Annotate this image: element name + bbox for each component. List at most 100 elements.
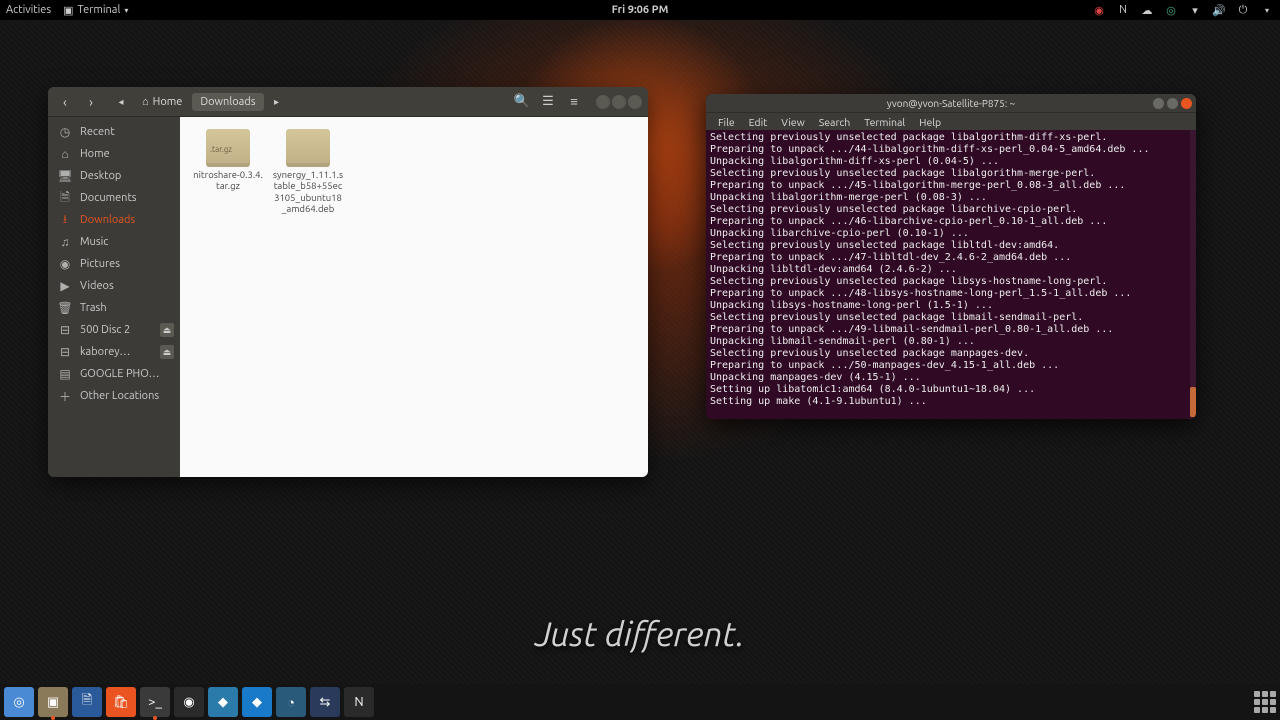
downloads-icon: ⭳: [58, 213, 72, 227]
dock-libreoffice[interactable]: 🗎: [72, 687, 102, 717]
sidebar-item-label: Documents: [80, 192, 137, 204]
documents-icon: 🗎: [58, 191, 72, 205]
scrollbar[interactable]: [1190, 130, 1196, 419]
view-list-icon[interactable]: ☰: [538, 92, 558, 112]
sidebar-item-label: Music: [80, 236, 108, 248]
activities-button[interactable]: Activities: [6, 4, 51, 17]
pictures-icon: ◉: [58, 257, 72, 271]
top-panel: Activities ▣ Terminal ▾ Fri 9:06 PM ◉ N …: [0, 0, 1280, 20]
dock-bt[interactable]: ⇆: [310, 687, 340, 717]
obs-icon: ◉: [183, 695, 194, 710]
sidebar-item-recent[interactable]: ◷Recent: [48, 121, 180, 143]
app-menu-label: Terminal: [78, 4, 121, 16]
menu-edit[interactable]: Edit: [743, 115, 774, 129]
rambox-icon: ◆: [218, 695, 228, 710]
sidebar-item-documents[interactable]: 🗎 Documents: [48, 187, 180, 209]
file-item[interactable]: nitroshare-0.3.4.tar.gz: [192, 129, 264, 192]
sidebar-item-music[interactable]: ♫ Music: [48, 231, 180, 253]
dock-obs[interactable]: ◉: [174, 687, 204, 717]
chevron-down-icon: ▾: [124, 6, 128, 15]
eject-icon[interactable]: ⏏: [160, 345, 174, 359]
sidebar-item-home[interactable]: ⌂Home: [48, 143, 180, 165]
app-menu[interactable]: ▣ Terminal ▾: [63, 4, 128, 17]
sidebar-item-google-photos[interactable]: ▤GOOGLE PHO…: [48, 363, 180, 385]
hamburger-icon[interactable]: ≡: [564, 92, 584, 112]
file-manager-sidebar: ◷Recent⌂Home🖥Desktop 🗎 Documents ⭳ Downloads…: [48, 117, 180, 477]
terminal-icon: ▣: [63, 4, 73, 17]
path-home-label: Home: [153, 96, 183, 108]
sidebar-item-label: Downloads: [80, 214, 135, 226]
dock-terminal[interactable]: >_: [140, 687, 170, 717]
desktop-icon: 🖥: [58, 169, 72, 183]
file-manager-window: ‹ › ◂ ⌂ Home Downloads ▸ 🔍 ☰ ≡ ◷Recent⌂H…: [48, 87, 648, 477]
sidebar-item-pictures[interactable]: ◉Pictures: [48, 253, 180, 275]
volume-icon[interactable]: 🔊: [1212, 3, 1226, 17]
music-icon: ♫: [58, 235, 72, 249]
sidebar-item-videos[interactable]: ▶Videos: [48, 275, 180, 297]
tray-icon-chrome[interactable]: ◎: [1164, 3, 1178, 17]
menu-search[interactable]: Search: [813, 115, 857, 129]
sidebar-item-label: Other Locations: [80, 390, 159, 402]
trash-icon: 🗑: [58, 301, 72, 315]
files-icon: ▣: [47, 695, 59, 710]
clock[interactable]: Fri 9:06 PM: [612, 4, 669, 16]
disk-kab-icon: ⊟: [58, 345, 72, 359]
package-icon: [286, 129, 330, 167]
scrollbar-thumb[interactable]: [1190, 387, 1196, 417]
sidebar-item-disk-500[interactable]: ⊟500 Disc 2⏏: [48, 319, 180, 341]
file-manager-header: ‹ › ◂ ⌂ Home Downloads ▸ 🔍 ☰ ≡: [48, 87, 648, 117]
dock-rambox[interactable]: ◆: [208, 687, 238, 717]
dock-files[interactable]: ▣: [38, 687, 68, 717]
tray-icon-weather[interactable]: ☁: [1140, 3, 1154, 17]
close-button[interactable]: [1181, 98, 1192, 109]
sidebar-item-label: 500 Disc 2: [80, 324, 130, 336]
maximize-button[interactable]: [1167, 98, 1178, 109]
power-icon[interactable]: ⏻: [1236, 3, 1250, 17]
clock-icon: ◔: [287, 695, 295, 710]
path-downloads[interactable]: Downloads: [192, 93, 263, 111]
sidebar-item-trash[interactable]: 🗑Trash: [48, 297, 180, 319]
file-manager-content[interactable]: nitroshare-0.3.4.tar.gzsynergy_1.11.1.st…: [180, 117, 648, 477]
chevron-down-icon[interactable]: ▾: [1260, 3, 1274, 17]
dock: ◎ ▣ 🗎🛍>_ ◉ ◆ ◆ ◔ ⇆N: [0, 684, 1280, 720]
path-bar: ◂ ⌂ Home Downloads ▸: [110, 91, 288, 113]
dock-n-app[interactable]: N: [344, 687, 374, 717]
menu-help[interactable]: Help: [913, 115, 947, 129]
path-next-button[interactable]: ▸: [266, 91, 288, 113]
forward-button[interactable]: ›: [80, 91, 102, 113]
menu-file[interactable]: File: [712, 115, 741, 129]
dock-chromium[interactable]: ◎: [4, 687, 34, 717]
sidebar-item-desktop[interactable]: 🖥Desktop: [48, 165, 180, 187]
sidebar-item-other-locations[interactable]: ＋Other Locations: [48, 385, 180, 407]
terminal-title-text: yvon@yvon-Satellite-P875: ~: [887, 98, 1015, 109]
eject-icon[interactable]: ⏏: [160, 323, 174, 337]
sidebar-item-disk-kab[interactable]: ⊟kaborey…⏏: [48, 341, 180, 363]
terminal-text: Selecting previously unselected package …: [710, 132, 1192, 408]
dock-software[interactable]: 🛍: [106, 687, 136, 717]
tray-icon-n[interactable]: N: [1116, 3, 1130, 17]
sidebar-item-label: GOOGLE PHO…: [80, 368, 159, 380]
close-button[interactable]: [628, 95, 642, 109]
kodi-icon: ◆: [252, 695, 262, 710]
maximize-button[interactable]: [612, 95, 626, 109]
file-item[interactable]: synergy_1.11.1.stable_b58+55ec3105_ubunt…: [272, 129, 344, 215]
menu-terminal[interactable]: Terminal: [858, 115, 911, 129]
recent-icon: ◷: [58, 125, 72, 139]
tray-icon-1[interactable]: ◉: [1092, 3, 1106, 17]
terminal-titlebar[interactable]: yvon@yvon-Satellite-P875: ~: [706, 94, 1196, 112]
sidebar-item-downloads[interactable]: ⭳ Downloads: [48, 209, 180, 231]
search-icon[interactable]: 🔍: [512, 92, 532, 112]
minimize-button[interactable]: [596, 95, 610, 109]
dock-clock[interactable]: ◔: [276, 687, 306, 717]
terminal-output[interactable]: Selecting previously unselected package …: [706, 130, 1196, 419]
show-applications-button[interactable]: [1254, 691, 1276, 713]
back-button[interactable]: ‹: [54, 91, 76, 113]
minimize-button[interactable]: [1153, 98, 1164, 109]
network-icon[interactable]: ▾: [1188, 3, 1202, 17]
path-home[interactable]: ⌂ Home: [134, 93, 190, 111]
path-prev-button[interactable]: ◂: [110, 91, 132, 113]
menu-view[interactable]: View: [775, 115, 811, 129]
terminal-menubar: FileEditViewSearchTerminalHelp: [706, 112, 1196, 130]
chromium-icon: ◎: [13, 695, 24, 710]
dock-kodi[interactable]: ◆: [242, 687, 272, 717]
